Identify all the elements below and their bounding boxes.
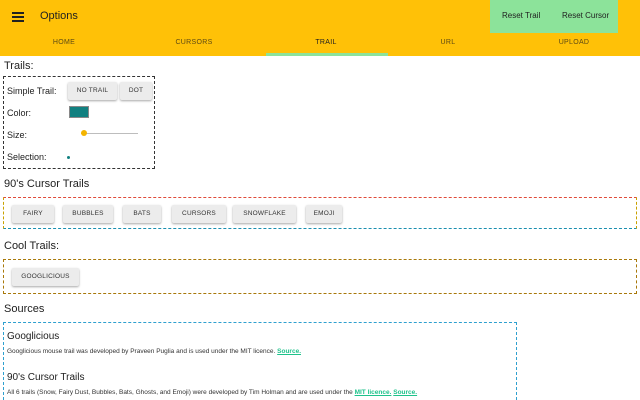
sources-heading: Sources: [4, 303, 45, 315]
googlicious-source-title: Googlicious: [7, 331, 60, 342]
hamburger-menu-icon[interactable]: [12, 12, 24, 22]
size-slider-track[interactable]: [81, 133, 138, 134]
nineties-source-text: All 6 trails (Snow, Fairy Dust, Bubbles,…: [7, 389, 417, 396]
nineties-source-link[interactable]: Source.: [393, 389, 417, 396]
emoji-button[interactable]: EMOJI: [306, 205, 342, 223]
size-label: Size:: [7, 130, 28, 140]
fairy-button[interactable]: FAIRY: [12, 205, 54, 223]
color-label: Color:: [7, 108, 32, 118]
tab-upload[interactable]: UPLOAD: [510, 39, 638, 46]
reset-trail-button[interactable]: Reset Trail: [502, 11, 540, 20]
color-picker-swatch[interactable]: [69, 106, 89, 118]
trails-heading: Trails:: [4, 60, 34, 72]
selection-label: Selection:: [7, 152, 47, 162]
dot-button[interactable]: DOT: [120, 82, 152, 100]
simple-trail-label: Simple Trail:: [7, 86, 57, 96]
no-trail-button[interactable]: NO TRAIL: [68, 82, 117, 100]
app-bar: Options Reset Trail Reset Cursor HOME CU…: [0, 0, 640, 56]
googlicious-source-link[interactable]: Source.: [277, 348, 301, 355]
tab-cursors[interactable]: CURSORS: [130, 39, 258, 46]
tab-home[interactable]: HOME: [0, 39, 128, 46]
active-tab-indicator: [266, 53, 388, 56]
bats-button[interactable]: BATS: [123, 205, 161, 223]
googlicious-credit: Googlicious mouse trail was developed by…: [7, 348, 276, 355]
nineties-trails-panel: FAIRY BUBBLES BATS CURSORS SNOWFLAKE EMO…: [3, 197, 637, 229]
googlicious-source-text: Googlicious mouse trail was developed by…: [7, 348, 301, 355]
snowflake-button[interactable]: SNOWFLAKE: [233, 205, 296, 223]
nineties-credit: All 6 trails (Snow, Fairy Dust, Bubbles,…: [7, 389, 353, 396]
googlicious-button[interactable]: GOOGLICIOUS: [12, 268, 79, 286]
cool-trails-heading: Cool Trails:: [4, 240, 60, 252]
reset-actions-panel: Reset Trail Reset Cursor: [490, 0, 618, 33]
sources-panel: Googlicious Googlicious mouse trail was …: [3, 322, 517, 400]
reset-cursor-button[interactable]: Reset Cursor: [562, 11, 609, 20]
mit-licence-link[interactable]: MIT licence.: [355, 389, 392, 396]
nineties-source-title: 90's Cursor Trails: [7, 372, 85, 383]
tab-trail[interactable]: TRAIL: [262, 39, 390, 46]
simple-trail-panel: Simple Trail: NO TRAIL DOT Color: Size: …: [3, 76, 155, 169]
cool-trails-panel: GOOGLICIOUS: [3, 259, 637, 294]
tab-url[interactable]: URL: [384, 39, 512, 46]
bubbles-button[interactable]: BUBBLES: [63, 205, 113, 223]
nineties-trails-heading: 90's Cursor Trails: [4, 178, 90, 190]
app-title: Options: [40, 10, 78, 22]
cursors-button[interactable]: CURSORS: [172, 205, 226, 223]
selection-preview-dot: [67, 156, 70, 159]
size-slider-thumb[interactable]: [80, 130, 87, 136]
